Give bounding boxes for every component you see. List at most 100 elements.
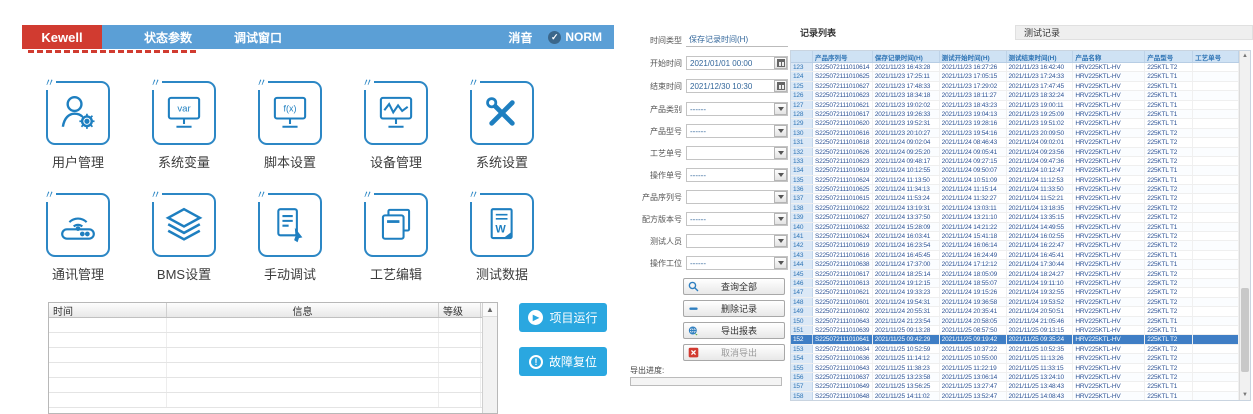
record-col-header[interactable]: [791, 51, 813, 62]
filter-input[interactable]: [686, 146, 788, 160]
record-row[interactable]: 128S2250721110106172021/11/23 19:26:3320…: [791, 110, 1239, 119]
action-button[interactable]: 删除记录: [683, 300, 785, 317]
record-row[interactable]: 158S2250721110106482021/11/25 14:11:0220…: [791, 392, 1239, 400]
record-row[interactable]: 137S2250721110106152021/11/24 11:53:2420…: [791, 194, 1239, 203]
record-row[interactable]: 139S2250721110106272021/11/24 13:37:5020…: [791, 213, 1239, 222]
calendar-icon[interactable]: [774, 80, 787, 92]
filter-input[interactable]: ------: [686, 102, 788, 116]
action-button[interactable]: 取消导出: [683, 344, 785, 361]
filter-input[interactable]: [686, 190, 788, 204]
record-row[interactable]: 144S2250721110106382021/11/24 17:37:0020…: [791, 260, 1239, 269]
app-tile[interactable]: 通讯管理: [46, 193, 110, 283]
record-row[interactable]: 132S2250721110106262021/11/24 09:25:2020…: [791, 148, 1239, 157]
chevron-down-icon[interactable]: [774, 257, 787, 269]
record-row[interactable]: 152S2250721110106412021/11/25 09:42:2920…: [791, 335, 1239, 344]
filter-input[interactable]: ------: [686, 168, 788, 182]
record-row[interactable]: 157S2250721110106492021/11/25 13:56:2520…: [791, 382, 1239, 391]
record-col-header[interactable]: 产品名称: [1073, 51, 1145, 62]
record-row[interactable]: 142S2250721110106192021/11/24 16:23:5420…: [791, 241, 1239, 250]
record-row[interactable]: 156S2250721110106372021/11/25 13:23:5820…: [791, 373, 1239, 382]
tile-label: BMS设置: [152, 264, 216, 283]
filter-input[interactable]: ------: [686, 256, 788, 270]
record-col-header[interactable]: 测试结束时间(H): [1007, 51, 1074, 62]
record-row[interactable]: 125S2250721110106272021/11/23 17:48:3320…: [791, 82, 1239, 91]
app-tile[interactable]: W 测试数据: [470, 193, 534, 283]
record-row[interactable]: 147S2250721110106212021/11/24 19:33:2320…: [791, 288, 1239, 297]
record-row[interactable]: 133S2250721110106232021/11/24 09:48:1720…: [791, 157, 1239, 166]
record-row[interactable]: 145S2250721110106172021/11/24 18:25:1420…: [791, 270, 1239, 279]
tab-record-list[interactable]: 记录列表: [790, 25, 846, 40]
filter-input[interactable]: ------: [686, 124, 788, 138]
record-row[interactable]: 149S2250721110106022021/11/24 20:55:3120…: [791, 307, 1239, 316]
kewell-logo[interactable]: Kewell: [22, 25, 102, 49]
app-tile[interactable]: 系统设置: [470, 81, 534, 171]
record-row[interactable]: 154S2250721110106362021/11/25 11:14:1220…: [791, 354, 1239, 363]
filter-input[interactable]: 2021/01/01 00:00: [686, 56, 788, 70]
scroll-up-icon[interactable]: ▲: [483, 303, 497, 317]
app-tile[interactable]: 用户管理: [46, 81, 110, 171]
record-row[interactable]: 136S2250721110106252021/11/24 11:34:1320…: [791, 185, 1239, 194]
filter-input[interactable]: [686, 234, 788, 248]
app-tile[interactable]: 工艺编辑: [364, 193, 428, 283]
app-tile[interactable]: 设备管理: [364, 81, 428, 171]
tab-status-params[interactable]: 状态参数: [144, 29, 192, 46]
log-row[interactable]: [49, 348, 482, 363]
project-run-button[interactable]: ▶ 项目运行: [519, 303, 607, 332]
app-tile[interactable]: f(x) 脚本设置: [258, 81, 322, 171]
record-row[interactable]: 124S2250721110106252021/11/23 17:25:1120…: [791, 72, 1239, 81]
record-row[interactable]: 140S2250721110106322021/11/24 15:28:0920…: [791, 223, 1239, 232]
log-row[interactable]: [49, 393, 482, 408]
record-row[interactable]: 153S2250721110106342021/11/25 10:52:5920…: [791, 345, 1239, 354]
record-row[interactable]: 123S2250721110106142021/11/23 16:43:2820…: [791, 63, 1239, 72]
log-row[interactable]: [49, 363, 482, 378]
chevron-down-icon[interactable]: [774, 213, 787, 225]
record-row[interactable]: 155S2250721110106432021/11/25 11:38:2320…: [791, 364, 1239, 373]
action-button[interactable]: 导出报表: [683, 322, 785, 339]
record-row[interactable]: 126S2250721110106232021/11/23 18:34:1820…: [791, 91, 1239, 100]
record-row[interactable]: 150S2250721110106432021/11/24 21:23:5420…: [791, 317, 1239, 326]
record-row[interactable]: 143S2250721110106162021/11/24 16:45:4520…: [791, 251, 1239, 260]
app-tile[interactable]: BMS设置: [152, 193, 216, 283]
mute-button[interactable]: 消音: [508, 29, 532, 46]
chevron-down-icon[interactable]: [774, 147, 787, 159]
log-row[interactable]: [49, 378, 482, 393]
filter-input[interactable]: 保存记录时间(H): [686, 33, 788, 47]
record-row[interactable]: 146S2250721110106132021/11/24 19:12:1520…: [791, 279, 1239, 288]
record-row[interactable]: 138S2250721110106222021/11/24 13:19:3120…: [791, 204, 1239, 213]
chevron-down-icon[interactable]: [774, 169, 787, 181]
record-row[interactable]: 141S2250721110106242021/11/24 16:03:4120…: [791, 232, 1239, 241]
record-row[interactable]: 127S2250721110106212021/11/23 19:02:0220…: [791, 101, 1239, 110]
scroll-thumb[interactable]: [1241, 288, 1249, 372]
chevron-down-icon[interactable]: [774, 235, 787, 247]
record-col-header[interactable]: 测试开始时间(H): [940, 51, 1007, 62]
chevron-down-icon[interactable]: [774, 125, 787, 137]
scroll-up-icon[interactable]: ▲: [1240, 51, 1250, 61]
tab-debug-window[interactable]: 调试窗口: [234, 29, 282, 46]
log-row[interactable]: [49, 318, 482, 333]
calendar-icon[interactable]: [774, 57, 787, 69]
app-tile[interactable]: 手动调试: [258, 193, 322, 283]
record-scrollbar[interactable]: ▲ ▼: [1239, 51, 1250, 400]
log-row[interactable]: [49, 333, 482, 348]
scroll-down-icon[interactable]: ▼: [1240, 390, 1250, 400]
fault-reset-button[interactable]: ! 故障复位: [519, 347, 607, 376]
record-row[interactable]: 129S2250721110106202021/11/23 19:52:3120…: [791, 119, 1239, 128]
app-tile[interactable]: var 系统变量: [152, 81, 216, 171]
record-col-header[interactable]: 产品序列号: [813, 51, 873, 62]
chevron-down-icon[interactable]: [774, 191, 787, 203]
log-scrollbar[interactable]: ▲: [482, 303, 497, 413]
record-row[interactable]: 131S2250721110106182021/11/24 09:02:0420…: [791, 138, 1239, 147]
record-row[interactable]: 148S2250721110106012021/11/24 19:54:3120…: [791, 298, 1239, 307]
filter-input[interactable]: 2021/12/30 10:30: [686, 79, 788, 93]
chevron-down-icon[interactable]: [774, 103, 787, 115]
filter-input[interactable]: ------: [686, 212, 788, 226]
record-row[interactable]: 151S2250721110106392021/11/25 09:13:2820…: [791, 326, 1239, 335]
record-col-header[interactable]: 产品型号: [1145, 51, 1193, 62]
record-row[interactable]: 135S2250721110106242021/11/24 11:13:5020…: [791, 176, 1239, 185]
tab-test-record[interactable]: 测试记录: [1015, 25, 1253, 40]
record-row[interactable]: 130S2250721110106162021/11/23 20:10:2720…: [791, 129, 1239, 138]
action-button[interactable]: 查询全部: [683, 278, 785, 295]
record-col-header[interactable]: 保存记录时间(H): [873, 51, 940, 62]
record-row[interactable]: 134S2250721110106192021/11/24 10:12:5520…: [791, 166, 1239, 175]
record-col-header[interactable]: 工艺单号: [1193, 51, 1239, 62]
